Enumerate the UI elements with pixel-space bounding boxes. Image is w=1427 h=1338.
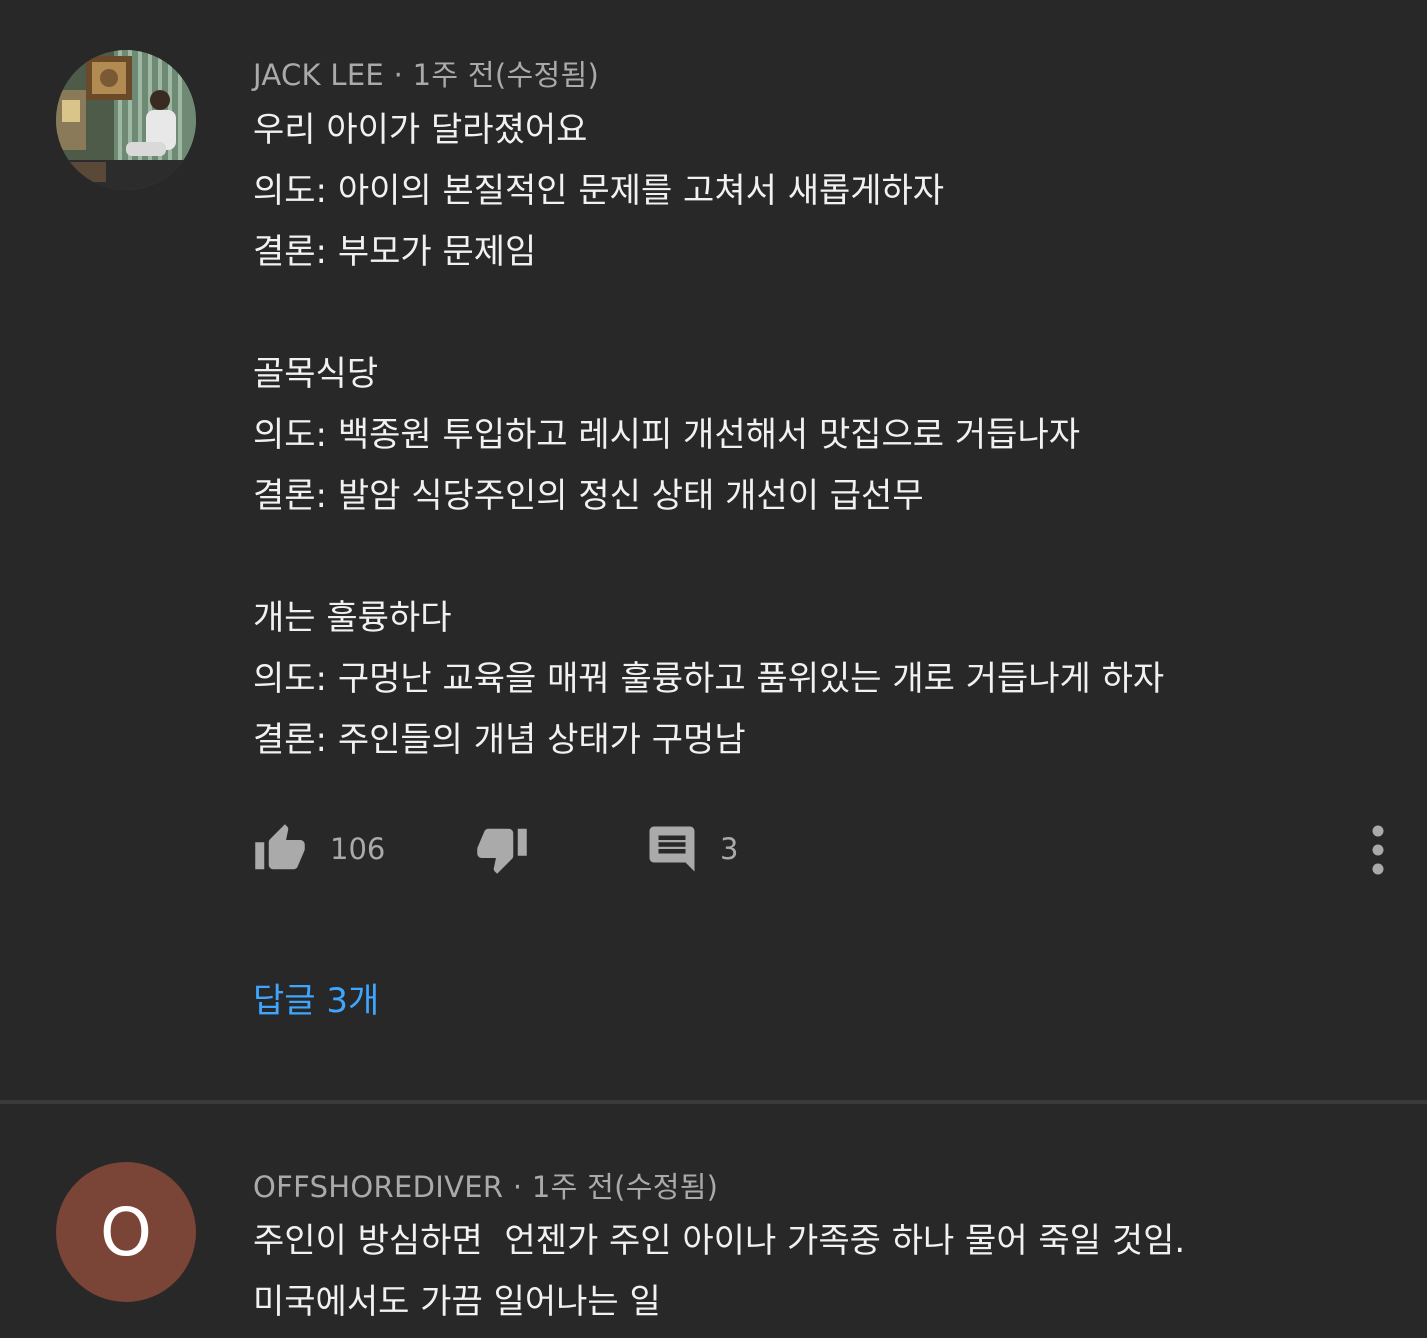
comment-thread: JACK LEE · 1주 전(수정됨) 우리 아이가 달라졌어요의도: 아이의… xyxy=(0,0,1427,1100)
more-options-button[interactable] xyxy=(1363,822,1393,878)
comment-line: 결론: 발암 식당주인의 정신 상태 개선이 급선무 xyxy=(253,476,924,516)
comment-line xyxy=(253,283,1164,344)
comment-timestamp[interactable]: 1주 전(수정됨) xyxy=(413,58,599,92)
like-button[interactable] xyxy=(253,814,307,884)
header-separator: · xyxy=(393,58,404,92)
comment-timestamp[interactable]: 1주 전(수정됨) xyxy=(532,1170,718,1204)
author-avatar[interactable]: O xyxy=(56,1162,196,1302)
header-separator: · xyxy=(512,1170,523,1204)
view-replies-link[interactable]: 답글 3개 xyxy=(253,973,379,1022)
comment-line xyxy=(253,527,1164,588)
comment-icon xyxy=(649,826,695,872)
author-name[interactable]: JACK LEE xyxy=(253,58,384,92)
comment-thread: O OFFSHOREDIVER · 1주 전(수정됨) 주인이 방심하면 언젠가… xyxy=(0,1104,1427,1338)
author-avatar[interactable] xyxy=(56,50,196,190)
reply-button[interactable] xyxy=(645,814,699,884)
comment-actions: 106 3 xyxy=(253,814,1393,884)
comment-line: 미국에서도 가끔 일어나는 일 xyxy=(253,1282,661,1322)
comment-line: 의도: 아이의 본질적인 문제를 고쳐서 새롭게하자 xyxy=(253,171,945,211)
reply-count: 3 xyxy=(720,832,739,866)
comment-line: 의도: 백종원 투입하고 레시피 개선해서 맛집으로 거듭나자 xyxy=(253,415,1081,455)
thumbs-down-icon xyxy=(477,828,527,874)
comment-line: 골목식당 xyxy=(253,354,379,394)
author-name[interactable]: OFFSHOREDIVER xyxy=(253,1170,503,1204)
comment-line: 우리 아이가 달라졌어요 xyxy=(253,110,588,150)
comment-header: OFFSHOREDIVER · 1주 전(수정됨) xyxy=(253,1164,718,1206)
comment-line: 주인이 방심하면 언젠가 주인 아이나 가족중 하나 물어 죽일 것임. xyxy=(253,1221,1186,1261)
like-count: 106 xyxy=(330,832,386,866)
comment-line: 개는 훌륭하다 xyxy=(253,598,452,638)
comment-body: 우리 아이가 달라졌어요의도: 아이의 본질적인 문제를 고쳐서 새롭게하자결론… xyxy=(253,100,1164,771)
user-photo-avatar-icon xyxy=(56,50,196,190)
comment-line: 결론: 부모가 문제임 xyxy=(253,232,537,272)
comment-line: 의도: 구멍난 교육을 매꿔 훌륭하고 품위있는 개로 거듭나게 하자 xyxy=(253,659,1165,699)
thumbs-up-icon xyxy=(255,824,305,870)
comment-body: 주인이 방심하면 언젠가 주인 아이나 가족중 하나 물어 죽일 것임. 미국에서… xyxy=(253,1211,1185,1333)
dislike-button[interactable] xyxy=(475,814,529,884)
avatar-letter: O xyxy=(100,1193,152,1271)
comment-header: JACK LEE · 1주 전(수정됨) xyxy=(253,52,599,94)
comment-line: 결론: 주인들의 개념 상태가 구멍남 xyxy=(253,720,746,760)
more-vertical-icon xyxy=(1372,825,1384,875)
